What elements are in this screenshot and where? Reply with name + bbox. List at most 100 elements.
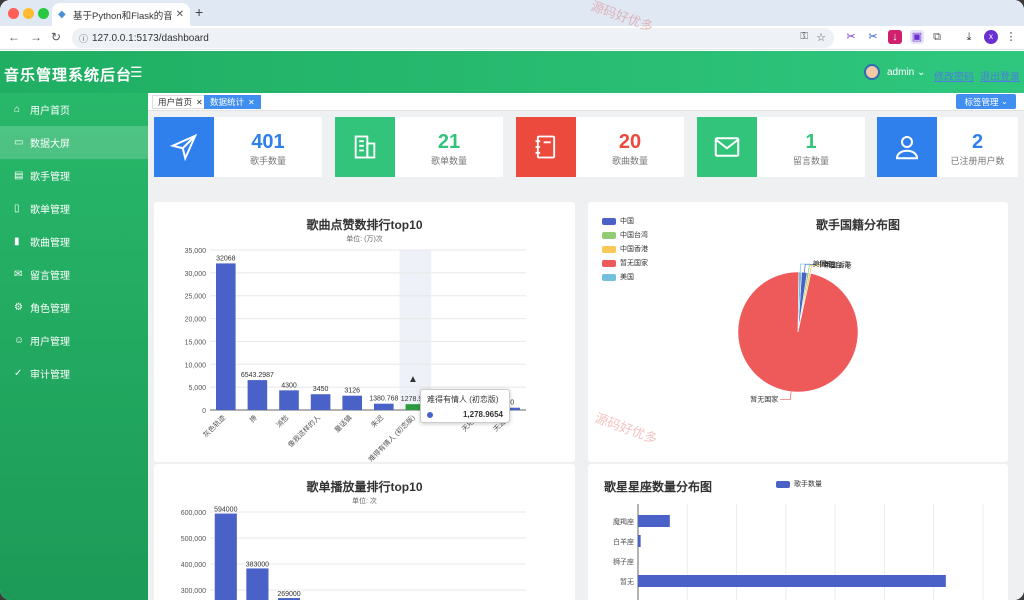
sidebar-item-users[interactable]: ☺ 用户管理 — [0, 324, 148, 357]
y-tick-label: 300,000 — [181, 588, 206, 595]
y-tick-label: 0 — [202, 408, 206, 415]
chart-playlist-plays: 歌单播放量排行top10 单位: 次 600,000 500,000 400,000… — [154, 464, 575, 600]
stat-value: 21 — [437, 131, 461, 153]
bar — [342, 395, 362, 410]
downloads-icon[interactable]: ⤓ — [962, 30, 976, 44]
home-icon: ⌂ — [14, 104, 21, 115]
profile-avatar[interactable]: x — [984, 30, 998, 44]
sidebar: ⌂ 用户首页 ▭ 数据大屏 ▤ 歌手管理 ▯ 歌单管理 ▮ 歌曲管理 ✉ 留言管理 ⚙ 角色管… — [0, 93, 148, 600]
sidebar-item-label: 用户首页 — [30, 106, 70, 117]
y-tick-label: 狮子座 — [613, 557, 634, 566]
x-tick-label: 童话镇 — [332, 413, 353, 434]
bar-value-label: 1380.768 — [369, 396, 398, 403]
y-tick-label: 500,000 — [181, 536, 206, 543]
y-tick-label: 600,000 — [181, 510, 206, 517]
sidebar-item-label: 审计管理 — [30, 370, 70, 381]
menu-toggle-icon[interactable]: ☰ — [130, 64, 143, 81]
close-tab-icon[interactable]: ✕ — [176, 9, 184, 20]
browser-tab[interactable]: ◆ 基于Python和Flask的音乐平台 ✕ — [52, 3, 190, 26]
tag-label: 数据统计 — [210, 97, 245, 107]
bar — [214, 513, 237, 600]
sidebar-item-songs[interactable]: ▮ 歌曲管理 — [0, 225, 148, 258]
sidebar-item-playlists[interactable]: ▯ 歌单管理 — [0, 192, 148, 225]
y-tick-label: 400,000 — [181, 562, 206, 569]
close-icon[interactable]: ✕ — [248, 98, 255, 107]
stat-value: 1 — [805, 131, 817, 153]
sidebar-item-messages[interactable]: ✉ 留言管理 — [0, 258, 148, 291]
bar-chart-svg: 600,000 500,000 400,000 300,000 594000 383000… — [181, 507, 526, 600]
user-avatar[interactable] — [864, 64, 880, 80]
close-window-icon[interactable] — [8, 8, 19, 19]
tag-home[interactable]: 用户首页 ✕ — [152, 95, 209, 109]
stat-label: 歌曲数量 — [611, 156, 648, 166]
tooltip-title: 难得有情人 (初恋版) — [427, 395, 499, 404]
bar-value-label: 383000 — [246, 561, 269, 568]
bar — [638, 535, 641, 547]
y-tick-label: 白羊座 — [613, 537, 634, 546]
sidebar-item-label: 歌单管理 — [30, 205, 70, 216]
forward-icon[interactable]: → — [30, 30, 42, 44]
maximize-window-icon[interactable] — [38, 8, 49, 19]
site-info-icon[interactable]: ⓘ — [79, 32, 88, 45]
y-tick-label: 暂无 — [620, 577, 634, 586]
bar — [246, 568, 269, 600]
extension-cut-icon[interactable]: ✂ — [866, 30, 880, 44]
sidebar-item-dashboard[interactable]: ▭ 数据大屏 — [0, 126, 148, 159]
y-tick-label: 30,000 — [185, 271, 207, 278]
minimize-window-icon[interactable] — [23, 8, 34, 19]
x-tick-label: 朱迟 — [369, 413, 385, 429]
pie-slice-label: 美国 — [812, 259, 826, 268]
change-password-link[interactable]: 修改密码 — [934, 68, 974, 83]
x-tick-label: 像我这样的人 — [286, 413, 322, 449]
pie-label-line — [780, 391, 792, 400]
stat-value: 2 — [971, 131, 984, 153]
stat-card-singers: 401 歌手数量 — [154, 117, 322, 177]
stat-value: 20 — [618, 131, 642, 153]
extension-square-icon[interactable]: ▣ — [910, 30, 924, 44]
mail-icon — [697, 117, 757, 177]
chart-tooltip: 难得有情人 (初恋版) 1,278.9654 — [420, 389, 510, 423]
pie-slice-label: 暂无国家 — [750, 395, 778, 404]
bar-value-label: 32068 — [216, 255, 236, 262]
chart-singer-nationality: 歌手国籍分布图 中国 中国台湾 中国香港 暂无国家 美国 中国 中国台湾 中国香港暂… — [588, 202, 1008, 462]
reload-icon[interactable]: ↻ — [51, 30, 61, 44]
x-tick-label: 搀 — [248, 413, 259, 424]
bookmark-star-icon[interactable]: ☆ — [816, 31, 826, 44]
browser-window: ◆ 基于Python和Flask的音乐平台 ✕ + ← → ↻ ⓘ 127.0.… — [0, 0, 1024, 600]
bar-value-label: 6543.2987 — [241, 372, 274, 379]
singer-icon: ▤ — [14, 170, 24, 181]
message-icon: ✉ — [14, 269, 23, 280]
browser-menu-icon[interactable]: ⋮ — [1004, 30, 1018, 44]
app-title: 音乐管理系统后台 — [4, 67, 133, 84]
close-icon[interactable]: ✕ — [196, 98, 203, 107]
y-tick-label: 20,000 — [185, 317, 207, 324]
extension-download-icon[interactable]: ↓ — [888, 30, 902, 44]
sidebar-item-audit[interactable]: ✓ 审计管理 — [0, 357, 148, 390]
address-bar[interactable]: ⓘ 127.0.0.1:5173/dashboard ⚿ ☆ — [72, 28, 834, 48]
bar — [216, 263, 236, 410]
tooltip-value: 1,278.9654 — [462, 410, 503, 419]
tag-manage-button[interactable]: 标签管理 ⌄ — [956, 94, 1016, 109]
hover-band — [399, 250, 432, 410]
hbar-chart-svg: 魔羯座白羊座狮子座暂无 — [613, 504, 984, 600]
tag-manage-label: 标签管理 — [964, 96, 999, 107]
user-menu[interactable]: admin ⌄ — [887, 67, 925, 78]
new-tab-icon[interactable]: + — [195, 4, 203, 20]
sidebar-item-home[interactable]: ⌂ 用户首页 — [0, 93, 148, 126]
logout-link[interactable]: 退出登录 — [980, 68, 1020, 83]
mouse-cursor-icon: ▲ — [408, 374, 418, 385]
y-tick-label: 魔羯座 — [613, 517, 634, 526]
audit-icon: ✓ — [14, 368, 23, 379]
back-icon[interactable]: ← — [8, 30, 20, 44]
extensions-puzzle-icon[interactable]: ⧉ — [930, 30, 944, 44]
person-icon — [877, 117, 937, 177]
password-key-icon[interactable]: ⚿ — [800, 31, 808, 42]
sidebar-item-roles[interactable]: ⚙ 角色管理 — [0, 291, 148, 324]
send-icon — [154, 117, 214, 177]
url-text: 127.0.0.1:5173/dashboard — [92, 32, 209, 44]
monitor-icon: ▭ — [14, 137, 24, 148]
sidebar-item-singers[interactable]: ▤ 歌手管理 — [0, 159, 148, 192]
tag-dashboard[interactable]: 数据统计 ✕ — [204, 95, 261, 109]
bar — [638, 515, 670, 527]
extension-scissors-icon[interactable]: ✂ — [844, 30, 858, 44]
